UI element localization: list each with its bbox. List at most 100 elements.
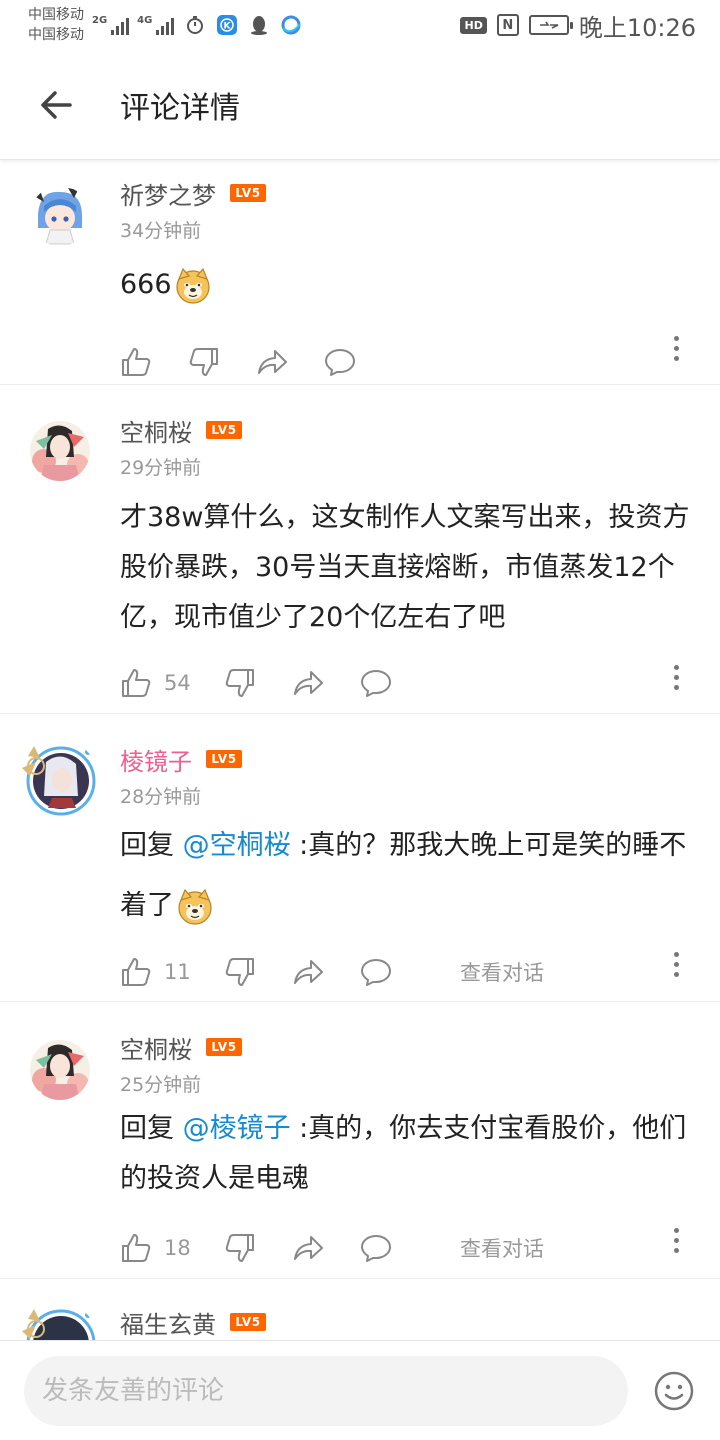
comment-text: 666 bbox=[120, 260, 720, 310]
share-button[interactable] bbox=[292, 653, 360, 713]
hd-badge: HD bbox=[460, 16, 487, 34]
comment-text: 回复 @空桐桜 :真的？那我大晚上可是笑的睡不着了 bbox=[120, 816, 720, 936]
chat-bubble-icon bbox=[361, 959, 391, 986]
thumbs-up-icon bbox=[122, 958, 151, 986]
comment-item: 棱镜子 LV5 28分钟前 回复 @空桐桜 :真的？那我大晚上可是笑的睡不着了 … bbox=[0, 714, 720, 1002]
like-button[interactable]: 18 bbox=[120, 1218, 224, 1278]
svg-text:K: K bbox=[224, 22, 232, 32]
mention-link[interactable]: @棱镜子 bbox=[183, 1113, 291, 1144]
comment-input-bar bbox=[0, 1340, 720, 1440]
level-badge: LV5 bbox=[230, 1313, 266, 1331]
dislike-button[interactable] bbox=[224, 1218, 292, 1278]
doge-emoji-icon bbox=[178, 888, 212, 925]
more-options-button[interactable] bbox=[670, 952, 682, 977]
reply-prefix: 回复 bbox=[120, 1113, 183, 1144]
reply-button[interactable] bbox=[360, 1218, 428, 1278]
comment-text: 才38w算什么，这女制作人文案写出来，投资方股价暴跌，30号当天直接熔断，市值蒸… bbox=[120, 493, 720, 643]
like-count: 18 bbox=[164, 1236, 191, 1260]
reply-button[interactable] bbox=[360, 942, 428, 1002]
app-k-icon: K bbox=[216, 14, 238, 36]
view-conversation-link[interactable]: 查看对话 bbox=[460, 957, 544, 987]
share-icon bbox=[258, 350, 287, 374]
more-options-button[interactable] bbox=[670, 665, 682, 690]
level-badge: LV5 bbox=[206, 421, 242, 439]
comment-item: 空桐桜 LV5 29分钟前 才38w算什么，这女制作人文案写出来，投资方股价暴跌… bbox=[0, 385, 720, 714]
view-conversation-link[interactable]: 查看对话 bbox=[460, 1233, 544, 1263]
top-app-bar: 评论详情 bbox=[0, 50, 720, 160]
page-title: 评论详情 bbox=[120, 90, 240, 126]
smiley-icon bbox=[654, 1371, 694, 1410]
avatar[interactable] bbox=[30, 421, 90, 481]
like-button[interactable]: 11 bbox=[120, 942, 224, 1002]
level-badge: LV5 bbox=[230, 184, 266, 202]
carrier-labels: 中国移动 中国移动 bbox=[28, 5, 84, 45]
comment-time: 25分钟前 bbox=[120, 1074, 202, 1096]
net-type-2: 4G bbox=[137, 15, 153, 26]
nfc-icon: N bbox=[496, 14, 519, 36]
avatar[interactable] bbox=[30, 186, 90, 246]
timer-icon bbox=[184, 14, 206, 36]
thumbs-down-icon bbox=[225, 958, 254, 986]
comment-item: 祈梦之梦 LV5 34分钟前 666 bbox=[0, 162, 720, 385]
more-options-button[interactable] bbox=[670, 1228, 682, 1253]
username[interactable]: 棱镜子 bbox=[120, 742, 192, 777]
comment-text: 回复 @棱镜子 :真的，你去支付宝看股价，他们的投资人是电魂 bbox=[120, 1104, 720, 1204]
chat-bubble-icon bbox=[325, 349, 355, 376]
battery-icon bbox=[528, 15, 573, 35]
dislike-button[interactable] bbox=[188, 332, 256, 392]
mention-link[interactable]: @空桐桜 bbox=[183, 830, 291, 861]
level-badge: LV5 bbox=[206, 1038, 242, 1056]
signal-1-icon: 2G bbox=[92, 15, 130, 35]
share-button[interactable] bbox=[292, 942, 360, 1002]
thumbs-up-icon bbox=[122, 1234, 151, 1262]
avatar[interactable] bbox=[16, 738, 98, 820]
reply-button[interactable] bbox=[360, 653, 428, 713]
comment-input[interactable] bbox=[24, 1355, 628, 1426]
signal-2-icon: 4G bbox=[137, 15, 175, 35]
back-button[interactable] bbox=[26, 75, 86, 135]
dislike-button[interactable] bbox=[224, 653, 292, 713]
clock: 晚上10:26 bbox=[578, 13, 696, 42]
username[interactable]: 福生玄黄 bbox=[120, 1305, 216, 1340]
comment-time: 34分钟前 bbox=[120, 220, 202, 242]
comment-body: 才38w算什么，这女制作人文案写出来，投资方股价暴跌，30号当天直接熔断，市值蒸… bbox=[120, 502, 690, 633]
like-button[interactable] bbox=[120, 332, 188, 392]
reply-button[interactable] bbox=[324, 332, 392, 392]
arrow-left-icon bbox=[41, 90, 72, 119]
comment-item: 空桐桜 LV5 25分钟前 回复 @棱镜子 :真的，你去支付宝看股价，他们的投资… bbox=[0, 1002, 720, 1279]
qq-penguin-icon bbox=[248, 14, 270, 36]
dislike-button[interactable] bbox=[224, 942, 292, 1002]
username[interactable]: 空桐桜 bbox=[120, 413, 192, 448]
thumbs-up-icon bbox=[122, 669, 151, 697]
more-options-button[interactable] bbox=[670, 336, 682, 361]
chat-bubble-icon bbox=[361, 670, 391, 697]
chat-bubble-icon bbox=[361, 1235, 391, 1262]
avatar[interactable] bbox=[30, 1040, 90, 1100]
thumbs-down-icon bbox=[225, 669, 254, 697]
comment-time: 29分钟前 bbox=[120, 457, 202, 479]
carrier-1: 中国移动 bbox=[28, 7, 84, 23]
thumbs-down-icon bbox=[225, 1234, 254, 1262]
thumbs-down-icon bbox=[189, 348, 218, 376]
level-badge: LV5 bbox=[206, 750, 242, 768]
username[interactable]: 空桐桜 bbox=[120, 1030, 192, 1065]
avatar[interactable] bbox=[16, 1301, 98, 1340]
comment-list[interactable]: 祈梦之梦 LV5 34分钟前 666 空桐桜 LV5 29分钟前 才38w算什么… bbox=[0, 162, 720, 1340]
like-count: 54 bbox=[164, 671, 191, 695]
doge-emoji-icon bbox=[175, 267, 210, 304]
carrier-2: 中国移动 bbox=[28, 27, 84, 43]
comment-body: 666 bbox=[120, 269, 172, 300]
share-icon bbox=[294, 960, 323, 984]
like-count: 11 bbox=[164, 960, 191, 984]
reply-prefix: 回复 bbox=[120, 830, 183, 861]
status-bar: 中国移动 中国移动 2G 4G K HD N 晚上10:26 bbox=[0, 0, 720, 50]
net-type-1: 2G bbox=[92, 15, 108, 26]
share-icon bbox=[294, 1236, 323, 1260]
share-button[interactable] bbox=[256, 332, 324, 392]
comment-item: 福生玄黄 LV5 bbox=[0, 1279, 720, 1340]
like-button[interactable]: 54 bbox=[120, 653, 224, 713]
username[interactable]: 祈梦之梦 bbox=[120, 176, 216, 211]
share-button[interactable] bbox=[292, 1218, 360, 1278]
comment-time: 28分钟前 bbox=[120, 786, 202, 808]
emoji-button[interactable] bbox=[652, 1369, 696, 1413]
